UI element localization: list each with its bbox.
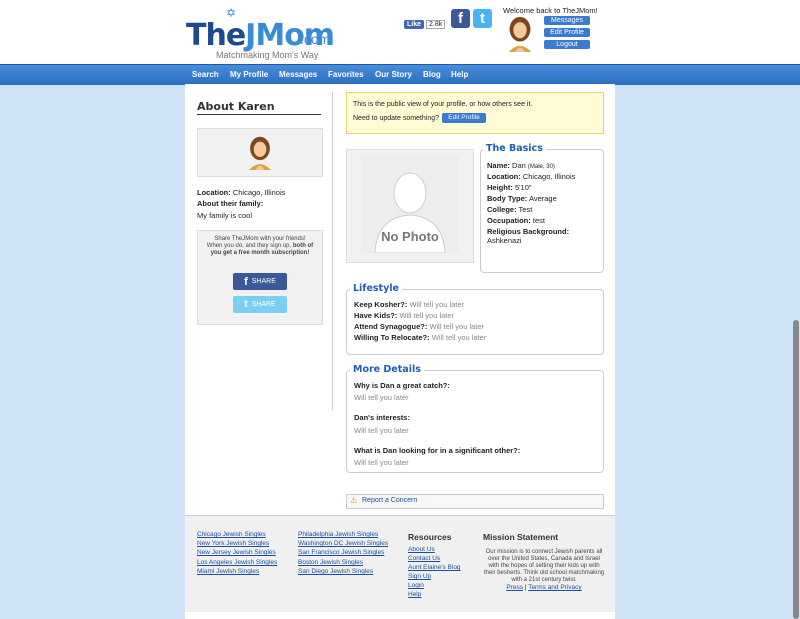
details-catch-value: Will tell you later bbox=[354, 393, 409, 402]
footer-link-san-diego[interactable]: San Diego Jewish Singles bbox=[298, 568, 373, 575]
lifestyle-synagogue: Attend Synagogue?: Will tell you later bbox=[354, 322, 485, 331]
lifestyle-kids: Have Kids?: Will tell you later bbox=[354, 311, 455, 320]
twitter-icon: t bbox=[244, 299, 248, 310]
nav-help[interactable]: Help bbox=[451, 70, 468, 79]
share-twitter-button[interactable]: t SHARE bbox=[233, 296, 287, 313]
details-looking-for-value: Will tell you later bbox=[354, 458, 409, 467]
page-scrollbar-thumb[interactable] bbox=[793, 320, 799, 619]
basics-location: Location: Chicago, Illinois bbox=[487, 172, 576, 181]
footer-link-miami[interactable]: Miami Jewish Singles bbox=[197, 568, 259, 575]
column-divider bbox=[332, 92, 333, 410]
nav-messages[interactable]: Messages bbox=[279, 70, 317, 79]
nav-search[interactable]: Search bbox=[192, 70, 219, 79]
footer-legal-links: Press | Terms and Privacy bbox=[482, 584, 606, 591]
lifestyle-kosher: Keep Kosher?: Will tell you later bbox=[354, 300, 465, 309]
terms-link[interactable]: Terms and Privacy bbox=[528, 584, 581, 591]
details-looking-for-label: What is Dan looking for in a significant… bbox=[354, 446, 521, 455]
footer-link-san-francisco[interactable]: San Francisco Jewish Singles bbox=[298, 549, 384, 556]
footer-link-boston[interactable]: Boston Jewish Singles bbox=[298, 559, 363, 566]
sidebar-title: About Karen bbox=[197, 100, 275, 113]
fb-like-count: 2.8k bbox=[426, 20, 446, 29]
facebook-icon[interactable]: f bbox=[451, 9, 470, 28]
profile-avatar bbox=[249, 136, 271, 170]
footer-link-contact-us[interactable]: Contact Us bbox=[408, 555, 440, 562]
footer-link-washington-dc[interactable]: Washington DC Jewish Singles bbox=[298, 540, 388, 547]
nav-blog[interactable]: Blog bbox=[423, 70, 441, 79]
sidebar-photo-box bbox=[197, 128, 323, 177]
share-facebook-button[interactable]: f SHARE bbox=[233, 273, 287, 290]
footer-link-blog[interactable]: Aunt Elaine's Blog bbox=[408, 564, 461, 571]
twitter-icon[interactable]: t bbox=[473, 9, 492, 28]
mission-text: Our mission is to connect Jewish parents… bbox=[483, 549, 605, 583]
no-photo-label: No Photo bbox=[381, 229, 439, 244]
logo-domain: .com bbox=[300, 31, 331, 47]
nav-our-story[interactable]: Our Story bbox=[375, 70, 412, 79]
facebook-icon: f bbox=[244, 275, 248, 288]
share-text: Share TheJMom with your friends! When yo… bbox=[206, 236, 314, 256]
details-interests-label: Dan's interests: bbox=[354, 413, 410, 422]
edit-profile-button[interactable]: Edit Profile bbox=[544, 28, 590, 37]
title-divider bbox=[197, 114, 321, 115]
nav-my-profile[interactable]: My Profile bbox=[230, 70, 268, 79]
lifestyle-relocate: Willing To Relocate?: Will tell you late… bbox=[354, 333, 487, 342]
footer-link-new-york[interactable]: New York Jewish Singles bbox=[197, 540, 269, 547]
sidebar-family-label: About their family: bbox=[197, 199, 264, 208]
sidebar-family-value: My family is cool bbox=[197, 211, 253, 220]
footer-link-help[interactable]: Help bbox=[408, 591, 421, 598]
footer-link-philadelphia[interactable]: Philadelphia Jewish Singles bbox=[298, 531, 378, 538]
details-interests-value: Will tell you later bbox=[354, 426, 409, 435]
public-view-notice: This is the public view of your profile,… bbox=[346, 92, 604, 134]
footer-link-about-us[interactable]: About Us bbox=[408, 546, 435, 553]
lifestyle-title: Lifestyle bbox=[350, 283, 402, 294]
share-box: Share TheJMom with your friends! When yo… bbox=[197, 230, 323, 325]
notice-text: This is the public view of your profile,… bbox=[353, 101, 533, 108]
report-concern-bar[interactable]: ⚠ Report a Concern bbox=[346, 494, 604, 509]
footer-link-los-angeles[interactable]: Los Angeles Jewish Singles bbox=[197, 559, 277, 566]
footer-link-new-jersey[interactable]: New Jersey Jewish Singles bbox=[197, 549, 276, 556]
no-photo-placeholder: No Photo bbox=[361, 155, 459, 254]
notice-prompt: Need to update something? bbox=[353, 115, 440, 122]
footer-link-chicago[interactable]: Chicago Jewish Singles bbox=[197, 531, 266, 538]
nav-favorites[interactable]: Favorites bbox=[328, 70, 364, 79]
basics-height: Height: 5'10" bbox=[487, 183, 532, 192]
basics-body-type: Body Type: Average bbox=[487, 194, 557, 203]
photo-frame: No Photo bbox=[346, 149, 474, 263]
report-concern-link[interactable]: Report a Concern bbox=[362, 497, 417, 504]
press-link[interactable]: Press bbox=[506, 584, 523, 591]
site-header: ✡ TheJMom .com Matchmaking Mom's Way Lik… bbox=[0, 0, 800, 64]
basics-title: The Basics bbox=[483, 143, 546, 154]
warning-icon: ⚠ bbox=[350, 496, 358, 505]
site-footer: Chicago Jewish Singles New York Jewish S… bbox=[185, 515, 615, 612]
footer-link-sign-up[interactable]: Sign Up bbox=[408, 573, 431, 580]
logo-tagline: Matchmaking Mom's Way bbox=[216, 50, 319, 60]
basics-name: Name: Dan (Male, 30) bbox=[487, 161, 555, 170]
footer-link-login[interactable]: Login bbox=[408, 582, 424, 589]
messages-button[interactable]: Messages bbox=[544, 16, 590, 25]
site-logo[interactable]: ✡ TheJMom .com Matchmaking Mom's Way bbox=[186, 6, 386, 60]
basics-college: College: Test bbox=[487, 205, 533, 214]
user-avatar bbox=[508, 16, 532, 52]
details-title: More Details bbox=[350, 364, 424, 375]
details-catch-label: Why is Dan a great catch?: bbox=[354, 381, 450, 390]
main-nav: Search My Profile Messages Favorites Our… bbox=[0, 64, 800, 85]
notice-edit-profile-button[interactable]: Edit Profile bbox=[442, 113, 486, 123]
logout-button[interactable]: Logout bbox=[544, 40, 590, 49]
basics-occupation: Occupation: test bbox=[487, 216, 545, 225]
facebook-like-widget[interactable]: Like 2.8k bbox=[404, 19, 446, 30]
fb-like-button[interactable]: Like bbox=[404, 20, 425, 29]
resources-heading: Resources bbox=[408, 532, 452, 542]
sidebar-location: Location: Chicago, Illinois bbox=[197, 188, 286, 197]
mission-heading: Mission Statement bbox=[483, 532, 559, 542]
legal-separator: | bbox=[524, 584, 527, 591]
basics-religion-label: Religious Background: bbox=[487, 227, 570, 236]
basics-religion-value: Ashkenazi bbox=[487, 236, 522, 245]
